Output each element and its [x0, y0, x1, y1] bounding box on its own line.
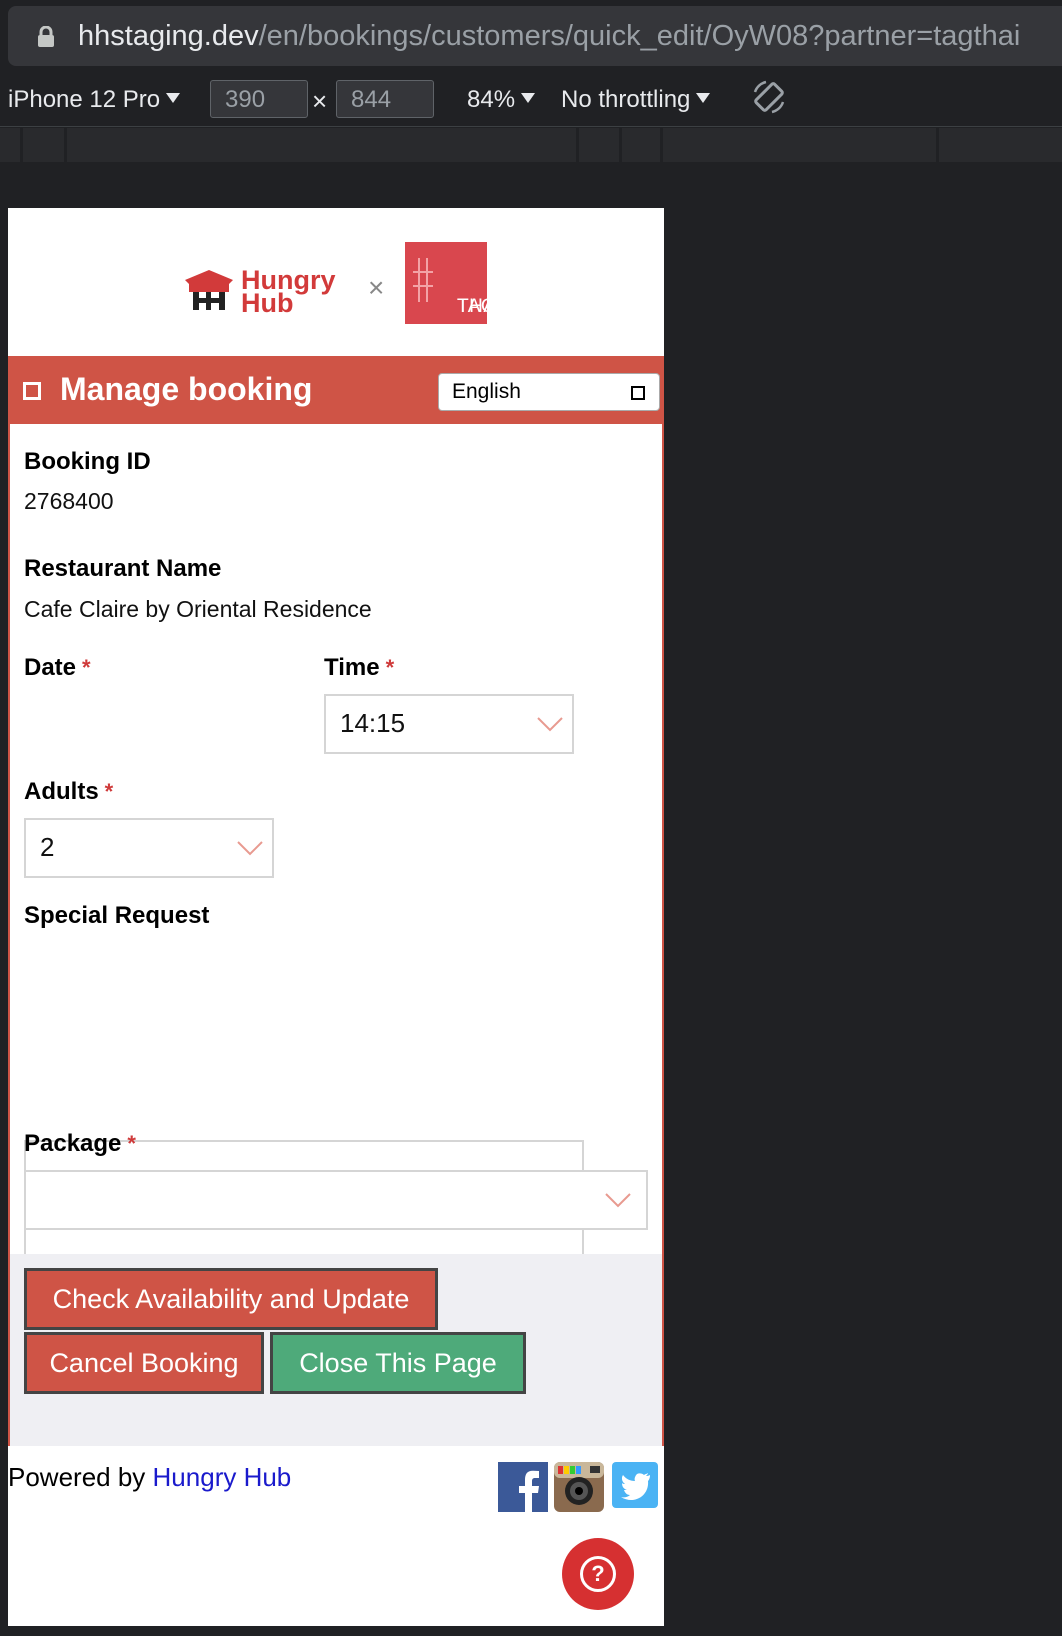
hungry-hub-logo: Hungry Hub: [183, 260, 363, 320]
mobile-viewport: Hungry Hub × TAG THAi Manage booking Engl…: [8, 208, 664, 1626]
booking-id-value: 2768400: [24, 488, 114, 514]
chevron-down-icon: [537, 717, 563, 732]
height-input[interactable]: 844: [336, 80, 434, 118]
restaurant-name-value: Cafe Claire by Oriental Residence: [24, 596, 372, 622]
brand-header: Hungry Hub × TAG THAi: [8, 208, 664, 356]
adults-select[interactable]: 2: [24, 818, 274, 878]
caret-down-icon: [696, 93, 711, 103]
tagthai-line-2: THAi: [457, 296, 502, 317]
required-mark: *: [82, 655, 91, 680]
page-title: Manage booking: [60, 371, 313, 407]
facebook-icon[interactable]: [498, 1462, 548, 1512]
throttle-select[interactable]: No throttling: [561, 86, 711, 114]
square-icon: [23, 382, 41, 400]
device-select[interactable]: iPhone 12 Pro: [8, 86, 181, 114]
booking-id-label: Booking ID: [24, 448, 151, 475]
logo-word-hub: Hub: [241, 288, 293, 318]
required-mark: *: [104, 779, 114, 804]
url-text: hhstaging.dev/en/bookings/customers/quic…: [78, 19, 1021, 52]
adults-label: Adults *: [24, 778, 114, 805]
powered-by: Powered by Hungry Hub: [8, 1462, 292, 1492]
required-mark: *: [385, 655, 395, 680]
help-button[interactable]: ?: [562, 1538, 634, 1610]
instagram-icon[interactable]: [554, 1462, 604, 1512]
lock-icon: [36, 25, 56, 47]
action-area: Check Availability and Update Cancel Boo…: [10, 1254, 662, 1446]
time-label: Time *: [324, 654, 395, 681]
card-header: Manage booking English: [10, 358, 662, 424]
device-toolbar: iPhone 12 Pro 390 × 844 84% No throttlin…: [0, 72, 1062, 127]
special-request-label: Special Request: [24, 902, 210, 929]
chevron-down-icon: [605, 1193, 631, 1208]
chevron-down-icon: [237, 841, 263, 856]
help-icon: ?: [580, 1556, 616, 1592]
restaurant-name-label: Restaurant Name: [24, 555, 222, 582]
date-label: Date *: [24, 654, 91, 681]
close-page-button[interactable]: Close This Page: [270, 1332, 526, 1394]
time-select[interactable]: 14:15: [324, 694, 574, 754]
check-availability-button[interactable]: Check Availability and Update: [24, 1268, 438, 1330]
caret-down-icon: [166, 93, 181, 103]
square-icon: [631, 386, 645, 400]
package-select[interactable]: [24, 1170, 648, 1230]
package-label: Package *: [24, 1130, 136, 1157]
zoom-select[interactable]: 84%: [467, 86, 536, 114]
caret-down-icon: [521, 93, 536, 103]
dimension-separator: ×: [312, 86, 328, 116]
twitter-icon[interactable]: [612, 1462, 662, 1512]
width-input[interactable]: 390: [210, 80, 308, 118]
required-mark: *: [127, 1131, 136, 1156]
rotate-icon[interactable]: [750, 78, 788, 123]
cancel-booking-button[interactable]: Cancel Booking: [24, 1332, 264, 1394]
brand-separator: ×: [368, 272, 385, 303]
address-bar[interactable]: hhstaging.dev/en/bookings/customers/quic…: [8, 6, 1062, 66]
hungry-hub-link[interactable]: Hungry Hub: [153, 1462, 292, 1492]
tagthai-logo: TAG THAi: [405, 242, 501, 324]
manage-booking-card: Manage booking English Booking ID 276840…: [8, 356, 664, 1446]
media-query-ruler: [0, 128, 1062, 162]
language-select[interactable]: English: [438, 373, 660, 411]
